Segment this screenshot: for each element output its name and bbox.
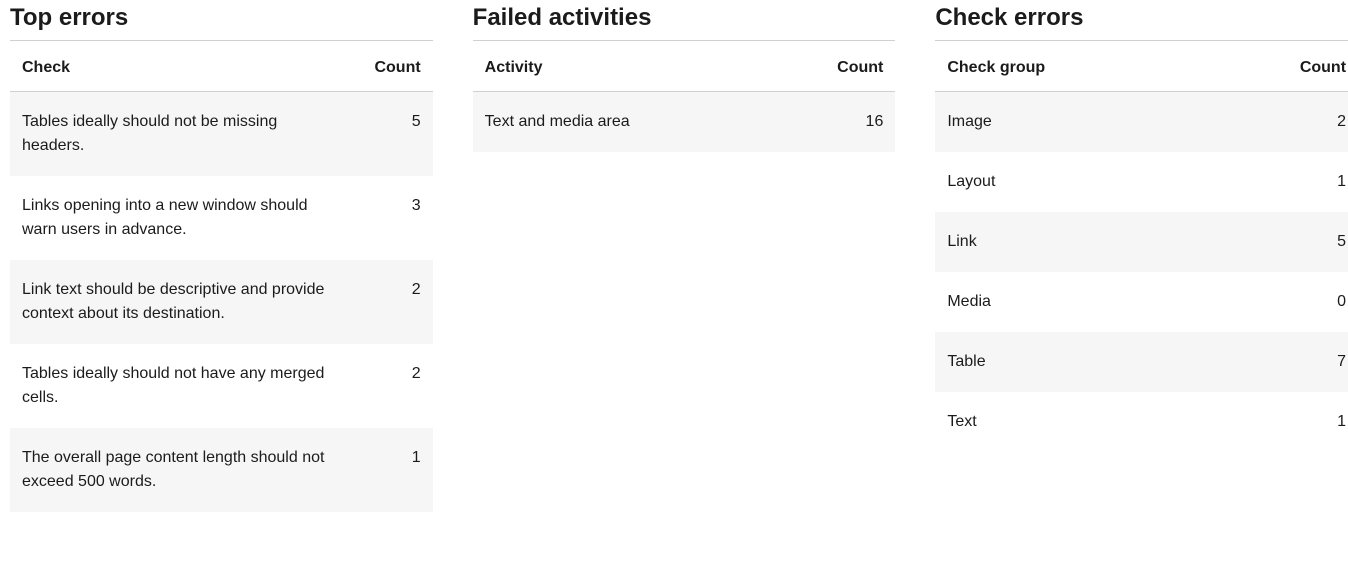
dashboard-container: Top errors Check Count Tables ideally sh… (10, 4, 1348, 512)
top-errors-title: Top errors (10, 4, 433, 41)
table-row[interactable]: Link 5 (935, 212, 1348, 272)
table-row[interactable]: Text and media area 16 (473, 92, 896, 153)
group-label: Table (935, 332, 1278, 392)
table-row[interactable]: Media 0 (935, 272, 1348, 332)
table-row[interactable]: Tables ideally should not have any merge… (10, 344, 433, 428)
check-label: Link text should be descriptive and prov… (10, 260, 353, 344)
table-row[interactable]: Link text should be descriptive and prov… (10, 260, 433, 344)
check-label: Links opening into a new window should w… (10, 176, 353, 260)
table-row[interactable]: Image 2 (935, 92, 1348, 153)
check-count: 1 (353, 428, 433, 512)
group-label: Layout (935, 152, 1278, 212)
group-count: 5 (1278, 212, 1348, 272)
column-header-activity: Activity (473, 41, 816, 92)
check-count: 2 (353, 344, 433, 428)
table-header-row: Activity Count (473, 41, 896, 92)
check-label: Tables ideally should not be missing hea… (10, 92, 353, 177)
check-count: 2 (353, 260, 433, 344)
table-header-row: Check Count (10, 41, 433, 92)
failed-activities-panel: Failed activities Activity Count Text an… (473, 4, 896, 512)
group-count: 1 (1278, 392, 1348, 452)
table-row[interactable]: Table 7 (935, 332, 1348, 392)
group-label: Text (935, 392, 1278, 452)
table-row[interactable]: Text 1 (935, 392, 1348, 452)
table-row[interactable]: Layout 1 (935, 152, 1348, 212)
table-row[interactable]: The overall page content length should n… (10, 428, 433, 512)
group-count: 1 (1278, 152, 1348, 212)
check-errors-title: Check errors (935, 4, 1348, 41)
group-label: Link (935, 212, 1278, 272)
table-header-row: Check group Count (935, 41, 1348, 92)
table-row[interactable]: Links opening into a new window should w… (10, 176, 433, 260)
group-count: 7 (1278, 332, 1348, 392)
column-header-check-group: Check group (935, 41, 1278, 92)
check-label: The overall page content length should n… (10, 428, 353, 512)
column-header-count: Count (1278, 41, 1348, 92)
column-header-count: Count (353, 41, 433, 92)
activity-count: 16 (815, 92, 895, 153)
group-count: 2 (1278, 92, 1348, 153)
top-errors-table: Check Count Tables ideally should not be… (10, 41, 433, 512)
group-label: Image (935, 92, 1278, 153)
group-label: Media (935, 272, 1278, 332)
activity-label: Text and media area (473, 92, 816, 153)
failed-activities-table: Activity Count Text and media area 16 (473, 41, 896, 152)
column-header-count: Count (815, 41, 895, 92)
check-errors-panel: Check errors Check group Count Image 2 L… (935, 4, 1348, 512)
top-errors-panel: Top errors Check Count Tables ideally sh… (10, 4, 433, 512)
check-errors-table: Check group Count Image 2 Layout 1 Link … (935, 41, 1348, 452)
check-count: 3 (353, 176, 433, 260)
check-label: Tables ideally should not have any merge… (10, 344, 353, 428)
column-header-check: Check (10, 41, 353, 92)
table-row[interactable]: Tables ideally should not be missing hea… (10, 92, 433, 177)
group-count: 0 (1278, 272, 1348, 332)
check-count: 5 (353, 92, 433, 177)
failed-activities-title: Failed activities (473, 4, 896, 41)
